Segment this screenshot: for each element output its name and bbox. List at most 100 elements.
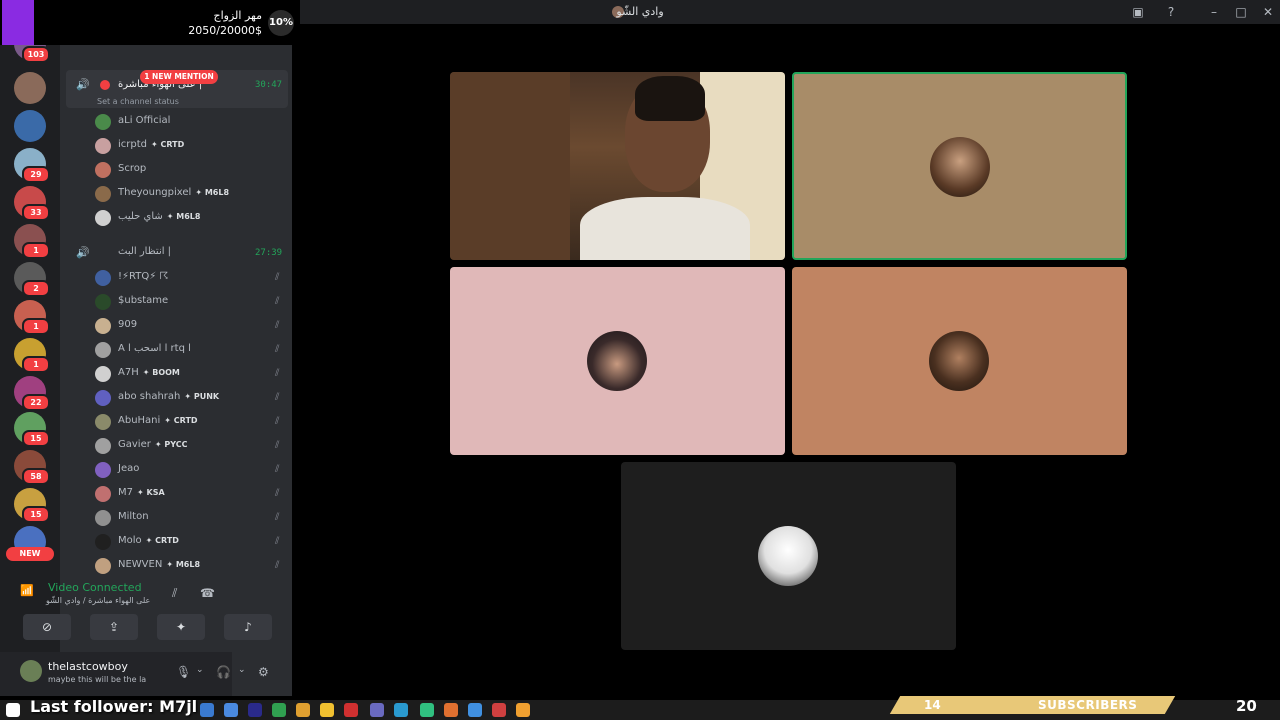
server-icon[interactable] bbox=[14, 72, 46, 104]
voice-member[interactable]: Molo ✦ CRTD ⫽ bbox=[95, 532, 287, 552]
taskbar-app-icon[interactable] bbox=[224, 703, 238, 717]
voice-member[interactable]: 909 ⫽ bbox=[95, 316, 287, 336]
new-unreads-pill[interactable]: NEW bbox=[6, 547, 54, 561]
screen-share-button[interactable]: ⇪ bbox=[90, 614, 138, 640]
help-icon[interactable]: ? bbox=[1163, 4, 1179, 20]
member-tag: ✦ CRTD bbox=[145, 536, 179, 545]
video-tile-avatar[interactable] bbox=[792, 72, 1127, 260]
headphones-icon[interactable]: 🎧 bbox=[216, 665, 231, 679]
member-name: M7 ✦ KSA bbox=[118, 487, 165, 498]
subscriber-label: SUBSCRIBERS bbox=[1038, 698, 1138, 712]
voice-member[interactable]: !⚡RTQ⚡ ☈ ⫽ bbox=[95, 268, 287, 288]
member-tag: ✦ M6L8 bbox=[166, 560, 201, 569]
microphone-icon[interactable]: 🎙 bbox=[176, 665, 191, 679]
member-name: NEWVEN ✦ M6L8 bbox=[118, 559, 201, 570]
taskbar-app-icon[interactable] bbox=[200, 703, 214, 717]
voice-channel-timer: 27:39 bbox=[255, 248, 283, 258]
voice-member[interactable]: $ubstame ⫽ bbox=[95, 292, 287, 312]
voice-connected-subtitle[interactable]: على الهواء مباشرة / وادي الشّو bbox=[46, 596, 150, 605]
voice-member[interactable]: Gavier ✦ PYCC ⫽ bbox=[95, 436, 287, 456]
taskbar-app-icon[interactable] bbox=[320, 703, 334, 717]
taskbar-app-icon[interactable] bbox=[394, 703, 408, 717]
minimize-icon[interactable]: – bbox=[1206, 4, 1222, 20]
member-tag: ✦ PUNK bbox=[184, 392, 220, 401]
voice-member[interactable]: شاي حليب ✦ M6L8 bbox=[95, 208, 287, 228]
deafened-icon: ⫽ bbox=[275, 392, 280, 403]
unread-badge: 15 bbox=[22, 506, 50, 523]
voice-member[interactable]: Jeao ⫽ bbox=[95, 460, 287, 480]
taskbar-app-icon[interactable] bbox=[444, 703, 458, 717]
member-name: 909 bbox=[118, 319, 138, 330]
chevron-down-icon[interactable]: ⌄ bbox=[238, 665, 246, 675]
avatar bbox=[95, 138, 111, 154]
video-tile-avatar[interactable] bbox=[621, 462, 956, 650]
unread-badge: 58 bbox=[22, 468, 50, 485]
speaker-icon: 🔊 bbox=[76, 246, 90, 259]
voice-member[interactable]: M7 ✦ KSA ⫽ bbox=[95, 484, 287, 504]
deafened-icon: ⫽ bbox=[275, 536, 280, 547]
member-name: A l اسحب l rtq l bbox=[118, 343, 191, 354]
voice-member[interactable]: A l اسحب l rtq l ⫽ bbox=[95, 340, 287, 360]
disconnect-icon[interactable]: ☎ bbox=[200, 586, 215, 600]
video-tile-avatar[interactable] bbox=[792, 267, 1127, 455]
taskbar-app-icon[interactable] bbox=[492, 703, 506, 717]
voice-member[interactable]: abo shahrah ✦ PUNK ⫽ bbox=[95, 388, 287, 408]
deafened-icon: ⫽ bbox=[275, 320, 280, 331]
deafened-icon: ⫽ bbox=[275, 488, 280, 499]
avatar bbox=[95, 438, 111, 454]
member-tag: ✦ CRTD bbox=[164, 416, 198, 425]
avatar bbox=[758, 526, 818, 586]
new-mention-pill[interactable]: 1 NEW MENTION bbox=[140, 70, 218, 84]
chevron-down-icon[interactable]: ⌄ bbox=[196, 665, 204, 675]
camera-feed bbox=[450, 72, 785, 260]
taskbar-app-icon[interactable] bbox=[344, 703, 358, 717]
close-icon[interactable]: ✕ bbox=[1260, 4, 1276, 20]
taskbar-app-icon[interactable] bbox=[272, 703, 286, 717]
taskbar-app-icon[interactable] bbox=[516, 703, 530, 717]
voice-member[interactable]: aLi Official bbox=[95, 112, 287, 132]
camera-off-button[interactable]: ⊘ bbox=[23, 614, 71, 640]
voice-member[interactable]: Scrop bbox=[95, 160, 287, 180]
taskbar-app-icon[interactable] bbox=[420, 703, 434, 717]
voice-member[interactable]: icrptd ✦ CRTD bbox=[95, 136, 287, 156]
deafened-icon: ⫽ bbox=[275, 416, 280, 427]
signal-icon[interactable]: 📶 bbox=[20, 584, 34, 597]
member-name: Theyoungpixel ✦ M6L8 bbox=[118, 187, 230, 198]
gear-icon[interactable]: ⚙ bbox=[258, 665, 269, 679]
inbox-icon[interactable]: ▣ bbox=[1130, 4, 1146, 20]
video-tile-avatar[interactable] bbox=[450, 267, 785, 455]
activities-button[interactable]: ✦ bbox=[157, 614, 205, 640]
taskbar-app-icon[interactable] bbox=[248, 703, 262, 717]
voice-channel-name[interactable]: انتظار البث | bbox=[118, 246, 171, 257]
member-name: A7H ✦ BOOM bbox=[118, 367, 180, 378]
deafened-icon: ⫽ bbox=[275, 296, 280, 307]
donation-goal-amount: 2050/20000$ bbox=[188, 24, 262, 37]
voice-member[interactable]: Theyoungpixel ✦ M6L8 bbox=[95, 184, 287, 204]
avatar[interactable] bbox=[20, 660, 42, 682]
voice-member[interactable]: AbuHani ✦ CRTD ⫽ bbox=[95, 412, 287, 432]
avatar bbox=[95, 534, 111, 550]
member-tag: ✦ M6L8 bbox=[166, 212, 201, 221]
video-tile-camera[interactable] bbox=[450, 72, 785, 260]
member-name: Gavier ✦ PYCC bbox=[118, 439, 188, 450]
taskbar-app-icon[interactable] bbox=[370, 703, 384, 717]
member-name: !⚡RTQ⚡ ☈ bbox=[118, 271, 169, 282]
taskbar-app-icon[interactable] bbox=[468, 703, 482, 717]
deafened-icon: ⫽ bbox=[275, 272, 280, 283]
member-name: icrptd ✦ CRTD bbox=[118, 139, 185, 150]
server-icon[interactable] bbox=[14, 110, 46, 142]
taskbar-app-icon[interactable] bbox=[296, 703, 310, 717]
avatar bbox=[95, 462, 111, 478]
avatar bbox=[95, 162, 111, 178]
deafened-icon: ⫽ bbox=[275, 512, 280, 523]
soundboard-button[interactable]: ♪ bbox=[224, 614, 272, 640]
noise-suppression-icon[interactable]: ⫽ bbox=[172, 586, 177, 601]
taskbar-app-icon[interactable] bbox=[6, 703, 20, 717]
voice-member[interactable]: A7H ✦ BOOM ⫽ bbox=[95, 364, 287, 384]
voice-member[interactable]: Milton ⫽ bbox=[95, 508, 287, 528]
unread-badge: 103 bbox=[22, 46, 50, 63]
channel-status-prompt[interactable]: Set a channel status bbox=[97, 97, 179, 106]
maximize-icon[interactable]: □ bbox=[1233, 4, 1249, 20]
member-name: aLi Official bbox=[118, 115, 171, 126]
avatar bbox=[95, 366, 111, 382]
